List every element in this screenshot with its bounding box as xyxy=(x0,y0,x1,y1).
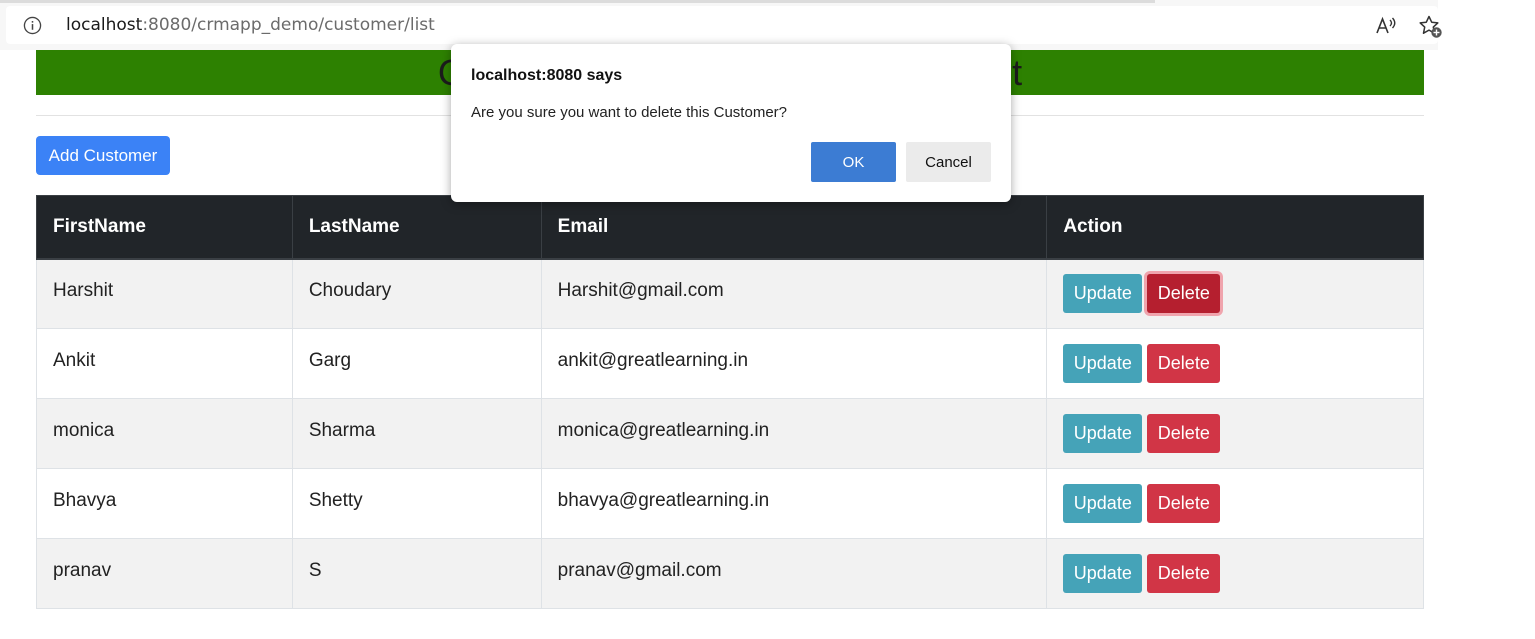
browser-toolbar: localhost:8080/crmapp_demo/customer/list xyxy=(0,0,1442,50)
dialog-message: Are you sure you want to delete this Cus… xyxy=(471,104,787,121)
cell-firstname: Harshit xyxy=(36,258,293,329)
table-header-row: FirstName LastName Email Action xyxy=(36,195,1424,260)
table-row: pranav S pranav@gmail.com Update Delete xyxy=(36,538,1424,609)
cell-firstname: monica xyxy=(36,398,293,469)
cell-action: Update Delete xyxy=(1046,398,1424,469)
cell-lastname: Choudary xyxy=(291,258,542,329)
info-icon[interactable] xyxy=(23,16,42,35)
column-header-lastname: LastName xyxy=(291,195,542,260)
cell-firstname: pranav xyxy=(36,538,293,609)
read-aloud-icon[interactable] xyxy=(1374,15,1398,37)
cell-firstname: Bhavya xyxy=(36,468,293,539)
cell-action: Update Delete xyxy=(1046,258,1424,329)
cell-firstname: Ankit xyxy=(36,328,293,399)
cell-lastname: Sharma xyxy=(291,398,542,469)
address-bar[interactable]: localhost:8080/crmapp_demo/customer/list xyxy=(6,6,1442,44)
cell-lastname: Shetty xyxy=(291,468,542,539)
delete-button[interactable]: Delete xyxy=(1147,554,1221,593)
add-customer-button[interactable]: Add Customer xyxy=(36,136,170,175)
cell-email: ankit@greatlearning.in xyxy=(540,328,1048,399)
update-button[interactable]: Update xyxy=(1063,274,1143,314)
url-text[interactable]: localhost:8080/crmapp_demo/customer/list xyxy=(66,15,435,35)
table-row: monica Sharma monica@greatlearning.in Up… xyxy=(36,398,1424,469)
table-row: Harshit Choudary Harshit@gmail.com Updat… xyxy=(36,258,1424,329)
table-row: Bhavya Shetty bhavya@greatlearning.in Up… xyxy=(36,468,1424,539)
cell-action: Update Delete xyxy=(1046,328,1424,399)
update-button[interactable]: Update xyxy=(1063,554,1143,593)
cell-email: bhavya@greatlearning.in xyxy=(540,468,1048,539)
update-button[interactable]: Update xyxy=(1063,484,1143,523)
add-favorite-icon[interactable] xyxy=(1418,14,1444,40)
cell-email: Harshit@gmail.com xyxy=(540,258,1048,329)
delete-button[interactable]: Delete xyxy=(1147,274,1221,314)
cell-lastname: Garg xyxy=(291,328,542,399)
url-path: :8080/crmapp_demo/customer/list xyxy=(142,15,435,35)
cell-email: pranav@gmail.com xyxy=(540,538,1048,609)
cell-action: Update Delete xyxy=(1046,538,1424,609)
customer-table: FirstName LastName Email Action Harshit … xyxy=(36,195,1424,609)
confirm-dialog: localhost:8080 says Are you sure you wan… xyxy=(451,44,1011,202)
cell-email: monica@greatlearning.in xyxy=(540,398,1048,469)
ok-button[interactable]: OK xyxy=(811,142,896,182)
delete-button[interactable]: Delete xyxy=(1147,414,1221,453)
cell-lastname: S xyxy=(291,538,542,609)
update-button[interactable]: Update xyxy=(1063,414,1143,453)
delete-button[interactable]: Delete xyxy=(1147,344,1221,383)
cancel-button[interactable]: Cancel xyxy=(906,142,991,182)
dialog-title: localhost:8080 says xyxy=(471,67,623,84)
column-header-action: Action xyxy=(1046,195,1424,260)
column-header-email: Email xyxy=(540,195,1048,260)
delete-button[interactable]: Delete xyxy=(1147,484,1221,523)
url-host: localhost xyxy=(66,15,143,35)
page: localhost:8080/crmapp_demo/customer/list… xyxy=(0,0,1535,639)
cell-action: Update Delete xyxy=(1046,468,1424,539)
tab-strip-edge xyxy=(0,0,1155,3)
update-button[interactable]: Update xyxy=(1063,344,1143,383)
column-header-firstname: FirstName xyxy=(36,195,293,260)
table-row: Ankit Garg ankit@greatlearning.in Update… xyxy=(36,328,1424,399)
